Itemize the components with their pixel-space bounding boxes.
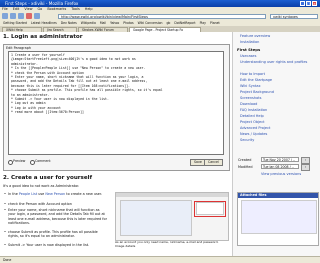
created-label: Created [238,158,252,162]
bookmark-item[interactable]: Photos [123,21,133,25]
stop-icon[interactable] [26,13,32,19]
sidebar-item-feature-overview[interactable]: Feature overview [240,34,270,38]
sidebar-item[interactable]: Project Background [240,90,274,94]
maximize-button[interactable]: □ [306,1,311,6]
sidebar-item[interactable]: FAQ Installation [240,108,267,112]
menu-view[interactable]: View [24,7,32,11]
sidebar-item[interactable]: Detailed Help [240,114,264,118]
bullet-text: In the [8,192,19,196]
edit-paragraph-panel: Edit Paragraph 1 Create a user for yours… [3,44,230,171]
edit-paragraph-label: Edit Paragraph [6,46,32,50]
bookmark-item[interactable]: Play [200,21,206,25]
list-item: choose Submit as profile. This profile h… [4,230,108,239]
view-previous-versions-link[interactable]: View previous versions [261,172,301,176]
close-button[interactable]: × [312,1,317,6]
title-bar: First Steps - xdiviki - Mozilla Firefox … [0,0,320,7]
intro-text: It's a good idea to not work as Administ… [3,184,80,188]
attachment-thumbnail[interactable] [241,200,317,234]
list-item: In the People List use New Person to cre… [4,192,108,197]
people-list-link[interactable]: People List [19,192,37,196]
created-go-button[interactable]: › [301,157,310,164]
sidebar-item[interactable]: Advanced Project [240,126,270,130]
sidebar-item[interactable]: Wiki Syntax [240,84,261,88]
list-item: Submit -> Your user is now displayed in … [4,243,108,248]
menu-file[interactable]: File [2,7,8,11]
forward-icon[interactable] [10,13,16,19]
source-editor[interactable]: 1 Create a user for yourself {image:Star… [8,51,224,155]
modified-go-button[interactable]: › [301,164,310,171]
screenshot-image [115,192,229,241]
section-heading-login: 1. Login as administrator [3,34,83,40]
attached-files-title: Attached files [238,193,318,198]
bookmark-item[interactable]: Latest Headlines [31,21,57,25]
new-person-link[interactable]: New Person [45,192,65,196]
url-bar[interactable]: http://www.xwiki.org/xwiki/bin/view/Main… [58,13,266,19]
modified-label: Modified [238,165,253,169]
window-title: First Steps - xdiviki - Mozilla Firefox [5,1,79,6]
bookmark-item[interactable]: DotNetReport [174,21,195,25]
image-caption: As an account you only need name, nickna… [115,240,219,248]
bookmark-item[interactable]: Planet [210,21,220,25]
menu-edit[interactable]: Edit [13,7,20,11]
sidebar-item[interactable]: Screenshots [240,96,261,100]
list-item: check the Person with Account option [4,202,108,207]
sidebar-item[interactable]: Understanding user rights and profiles [240,60,307,64]
sidebar-heading-first-steps[interactable]: First Steps [237,47,260,52]
reload-icon[interactable] [18,13,24,19]
sidebar-item[interactable]: Download [240,102,257,106]
back-icon[interactable] [2,13,8,19]
browser-window: First Steps - xdiviki - Mozilla Firefox … [0,0,320,263]
sidebar-item[interactable]: How to Import [240,72,265,76]
minimize-button[interactable]: _ [300,1,305,6]
bookmark-item[interactable]: Wiki Conversion [138,21,163,25]
sidebar-item[interactable]: News / Updates [240,132,267,136]
created-field: Tue Nov 20 2007 / .. [261,157,299,162]
sidebar-item[interactable]: Usecases [240,54,256,58]
bookmark-item[interactable]: Dev Notes [61,21,77,25]
bookmark-item[interactable]: Mail [100,21,106,25]
sidebar-item-installation[interactable]: Installation [240,40,259,44]
bookmark-item[interactable]: Yahoo [110,21,119,25]
edit-controls: Preview Comment Save Cancel [8,158,224,166]
list-item: Enter your name, short nickname that wil… [4,208,108,226]
page-content: 1. Login as administrator Edit Paragraph… [0,32,320,256]
status-text: Done [3,258,12,262]
screenshot-form [120,200,192,236]
bookmark-item[interactable]: Getting Started [3,21,27,25]
screenshot-highlight [194,201,226,217]
bullet-text: to create a new user. [65,192,103,196]
menu-help[interactable]: Help [85,7,93,11]
source-line: * read more about [[Item:5670:Person]] [11,110,84,115]
sidebar: Feature overview Installation First Step… [232,32,320,256]
sidebar-item[interactable]: Security [240,138,254,142]
screenshot-header [116,193,228,197]
modified-field: Tue Jan 08 2008 / .. [261,164,299,169]
bookmark-item[interactable]: gb [166,21,170,25]
menu-bookmarks[interactable]: Bookmarks [47,7,66,11]
comment-label: Comment [35,159,51,163]
main-column: 1. Login as administrator Edit Paragraph… [0,32,232,256]
bookmark-item[interactable]: Wikipedia [81,21,96,25]
section-heading-create-user: 2. Create a user for yourself [3,175,93,181]
sidebar-item[interactable]: Edit the Startpage [240,78,272,82]
cancel-button[interactable]: Cancel [204,158,223,166]
preview-label: Preview [13,159,26,163]
search-input[interactable]: xwiki syntaxes [270,13,318,19]
home-icon[interactable] [34,13,40,19]
menu-tools[interactable]: Tools [71,7,79,11]
menu-go[interactable]: Go [38,7,43,11]
attached-files-panel: Attached files [237,192,319,246]
sidebar-item[interactable]: Project Object [240,120,265,124]
